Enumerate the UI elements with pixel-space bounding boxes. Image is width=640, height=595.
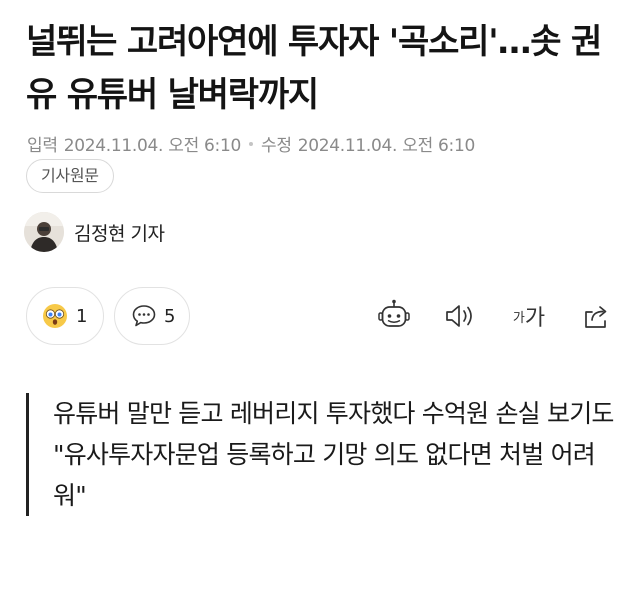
ai-summary-button[interactable] [374,296,414,336]
comment-bubble-icon [132,305,156,327]
article-headline: 널뛰는 고려아연에 투자자 '곡소리'…솟 권유 유튜버 날벼락까지 [26,22,602,115]
subheadline-line: "유사투자자문업 등록하고 기망 의도 없다면 처벌 어려워" [53,440,596,510]
subheadline-line: 유튜버 말만 듣고 레버리지 투자했다 수억원 손실 보기도 [53,399,614,428]
robot-icon [378,299,410,327]
meta-separator [249,141,253,146]
surprised-emoji-icon [43,304,67,328]
font-size-small-glyph: 가 [512,310,525,326]
article-subheadline: 유튜버 말만 듣고 레버리지 투자했다 수억원 손실 보기도 "유사투자자문업 … [26,393,621,516]
font-size-large-glyph: 가 [524,306,546,331]
article-meta: 입력 2024.11.04. 오전 6:10 수정 2024.11.04. 오전… [27,131,475,156]
published-label: 입력 [27,136,58,156]
reaction-button[interactable]: 1 [26,287,104,345]
text-to-speech-button[interactable] [440,296,480,336]
published-time: 2024.11.04. 오전 6:10 [63,136,242,156]
updated-label: 수정 [261,136,292,156]
comment-count: 5 [164,305,176,327]
original-article-button[interactable]: 기사원문 [26,159,114,193]
font-size-button[interactable]: 가가 [507,296,551,336]
comment-button[interactable]: 5 [114,287,190,345]
speaker-icon [446,305,472,327]
reporter-photo-icon [24,212,64,252]
reporter-name[interactable]: 김정현 기자 [74,219,165,246]
reporter-info[interactable]: 김정현 기자 [24,212,165,252]
share-icon [585,306,607,328]
reaction-count: 1 [76,305,88,327]
updated-time: 2024.11.04. 오전 6:10 [297,136,476,156]
reporter-avatar[interactable] [24,212,64,252]
share-button[interactable] [576,296,616,336]
